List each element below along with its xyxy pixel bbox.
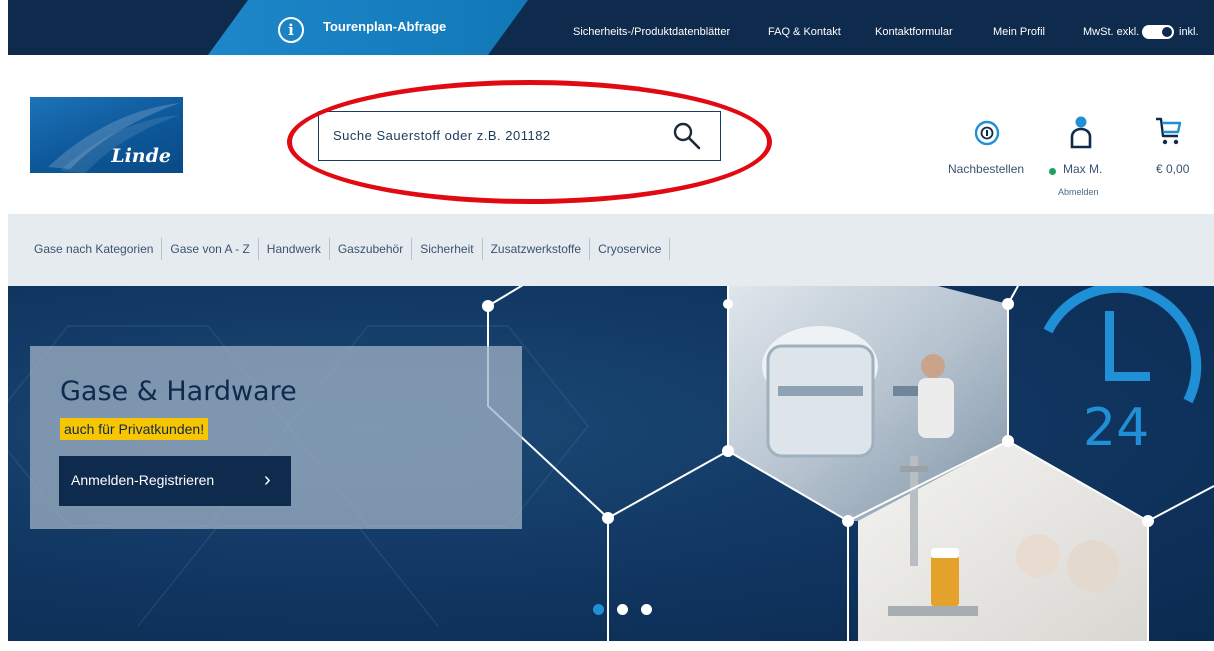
cart-total[interactable]: € 0,00 [1156,162,1189,176]
vat-toggle[interactable] [1142,25,1174,39]
hero-banner[interactable]: 24 Gase & Hardware auch für Privatkunden… [8,286,1214,641]
logout-link[interactable]: Abmelden [1058,187,1099,197]
category-gases-by-category[interactable]: Gase nach Kategorien [34,238,163,260]
carousel-dot-1[interactable] [593,604,604,615]
promo-card: Gase & Hardware auch für Privatkunden! A… [30,346,522,529]
reorder-info-icon[interactable] [973,119,1001,147]
user-name[interactable]: Max M. [1063,162,1102,176]
safety-datasheets-link[interactable]: Sicherheits-/Produktdatenblätter [573,26,730,38]
category-trades[interactable]: Handwerk [259,238,330,260]
reorder-link[interactable]: Nachbestellen [948,162,1024,176]
carousel-dot-3[interactable] [641,604,652,615]
promo-tag: auch für Privatkunden! [60,418,209,440]
carousel-dot-2[interactable] [617,604,628,615]
info-icon[interactable]: i [278,17,304,43]
my-profile-link[interactable]: Mein Profil [993,26,1045,38]
category-gas-accessories[interactable]: Gaszubehör [330,238,413,260]
clock-24-icon [1043,286,1202,404]
carousel-dots [593,604,652,615]
vat-toggle-knob [1162,27,1172,37]
contact-form-link[interactable]: Kontaktformular [875,26,953,38]
faq-contact-link[interactable]: FAQ & Kontakt [768,26,841,38]
user-icon[interactable] [1068,115,1094,149]
chevron-right-icon: › [264,469,271,491]
login-register-button[interactable]: Anmelden-Registrieren › [59,456,291,506]
promo-title: Gase & Hardware [60,376,297,407]
login-register-label: Anmelden-Registrieren [71,472,215,488]
user-online-status [1049,168,1056,175]
vat-incl-label: inkl. [1179,26,1199,38]
search-highlight-annotation [287,80,772,204]
category-filler-materials[interactable]: Zusatzwerkstoffe [483,238,591,260]
category-gases-a-z[interactable]: Gase von A - Z [162,238,259,260]
category-cryoservice[interactable]: Cryoservice [590,238,671,260]
logo-text: Linde [111,145,171,167]
vat-excl-label: MwSt. exkl. [1083,26,1140,38]
clock-24-label: 24 [1083,398,1150,458]
category-safety[interactable]: Sicherheit [412,238,483,260]
category-navigation: Gase nach Kategorien Gase von A - Z Hand… [8,214,1214,286]
linde-logo[interactable]: Linde [30,97,183,173]
cart-icon[interactable] [1154,116,1182,146]
tour-plan-link[interactable]: Tourenplan-Abfrage [323,19,446,34]
